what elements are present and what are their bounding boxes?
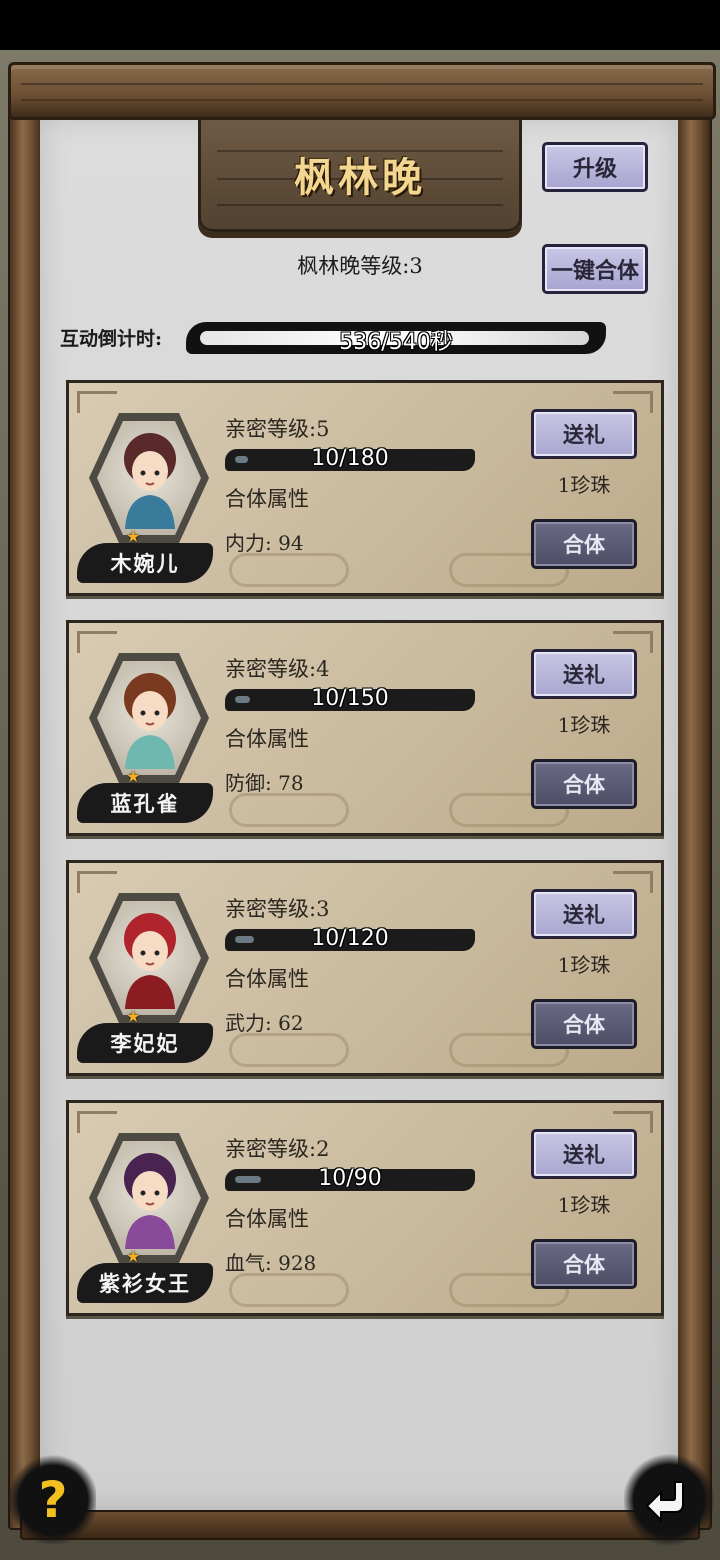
character-name: 紫衫女王 [77,1263,213,1303]
back-arrow-icon [645,1481,684,1523]
attr-value: 防御: 78 [225,771,304,795]
attr-header: 合体属性 [225,487,309,511]
affinity-level: 亲密等级:3 [225,897,330,921]
affinity-progress: 10/120 [311,926,389,951]
gift-cost: 1珍珠 [557,1193,611,1217]
merge-all-button[interactable]: 一键合体 [542,244,648,294]
affinity-progress: 10/150 [311,686,389,711]
character-card: ★ 蓝孔雀 亲密等级:4 10/150 合体属性 防御: 78 送礼 1珍珠 合… [66,620,664,836]
affinity-bar: 10/150 [225,686,475,711]
back-button[interactable] [624,1454,714,1546]
attr-header: 合体属性 [225,967,309,991]
countdown-value: 536/540秒 [339,330,453,355]
character-name: 木婉儿 [77,543,213,583]
frame-floor [20,1510,700,1540]
affinity-progress: 10/90 [318,1166,382,1191]
cloud-ornament [229,1273,349,1307]
character-card: ★ 紫衫女王 亲密等级:2 10/90 合体属性 血气: 928 送礼 1珍珠 … [66,1100,664,1316]
character-card: ★ 木婉儿 亲密等级:5 10/180 合体属性 内力: 94 送礼 1珍珠 合… [66,380,664,596]
affinity-progress: 10/180 [311,446,389,471]
affinity-level: 亲密等级:2 [225,1137,330,1161]
frame-post-right [676,110,712,1530]
countdown-bar: 536/540秒 [186,322,606,355]
merge-button[interactable]: 合体 [531,1239,637,1289]
attr-value: 内力: 94 [225,531,304,555]
character-name: 李妃妃 [77,1023,213,1063]
gift-button[interactable]: 送礼 [531,1129,637,1179]
upgrade-button[interactable]: 升级 [542,142,648,192]
affinity-level: 亲密等级:5 [225,417,330,441]
countdown-label: 互动倒计时: [60,328,163,350]
gift-button[interactable]: 送礼 [531,649,637,699]
affinity-bar: 10/90 [225,1166,475,1191]
cloud-ornament [229,793,349,827]
attr-value: 血气: 928 [225,1251,317,1275]
location-level: 枫林晚等级:3 [297,254,423,278]
attr-value: 武力: 62 [225,1011,304,1035]
gift-cost: 1珍珠 [557,713,611,737]
character-portrait[interactable] [115,905,185,1009]
page-title: 枫林晚 [294,154,426,201]
merge-button[interactable]: 合体 [531,999,637,1049]
frame-roof [8,62,716,120]
gift-button[interactable]: 送礼 [531,889,637,939]
gift-cost: 1珍珠 [557,473,611,497]
question-icon: ? [38,1471,68,1529]
card-ornament [77,1111,117,1133]
status-bar [0,0,720,50]
merge-button[interactable]: 合体 [531,759,637,809]
character-portrait[interactable] [115,1145,185,1249]
help-button[interactable]: ? [10,1454,96,1546]
frame-post-left [8,110,44,1530]
card-ornament [77,871,117,893]
gift-button[interactable]: 送礼 [531,409,637,459]
attr-header: 合体属性 [225,1207,309,1231]
affinity-bar: 10/180 [225,446,475,471]
character-name: 蓝孔雀 [77,783,213,823]
merge-button[interactable]: 合体 [531,519,637,569]
cloud-ornament [229,553,349,587]
card-ornament [77,631,117,653]
attr-header: 合体属性 [225,727,309,751]
character-portrait[interactable] [115,425,185,529]
cloud-ornament [229,1033,349,1067]
affinity-level: 亲密等级:4 [225,657,330,681]
character-card: ★ 李妃妃 亲密等级:3 10/120 合体属性 武力: 62 送礼 1珍珠 合… [66,860,664,1076]
card-ornament [77,391,117,413]
character-portrait[interactable] [115,665,185,769]
gift-cost: 1珍珠 [557,953,611,977]
affinity-bar: 10/120 [225,926,475,951]
